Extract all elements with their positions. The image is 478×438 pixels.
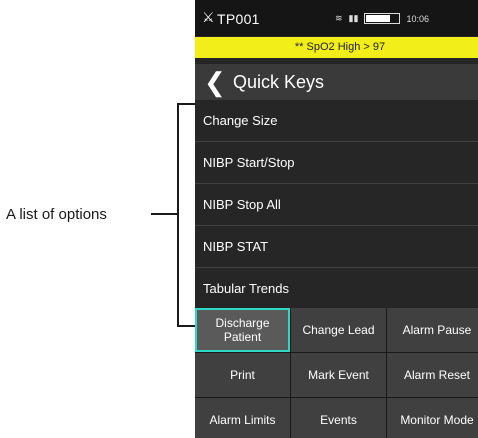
patient-id: TP001 — [217, 11, 260, 27]
patient-icon: ⚔ — [202, 9, 215, 25]
key-mark-event[interactable]: Mark Event — [291, 353, 386, 397]
key-print[interactable]: Print — [195, 353, 290, 397]
key-alarm-pause[interactable]: Alarm Pause — [387, 308, 478, 352]
status-bar: ⚔ TP001 ≋ ▮▮ 10:06 — [195, 0, 478, 36]
key-alarm-limits[interactable]: Alarm Limits — [195, 398, 290, 438]
alarm-banner[interactable]: ** SpO2 High > 97 . — [195, 37, 478, 58]
wifi-signal-icon: ≋ — [335, 13, 343, 23]
option-tabular-trends[interactable]: Tabular Trends — [195, 268, 478, 309]
page-title: Quick Keys — [233, 72, 325, 92]
options-list[interactable]: Change Size NIBP Start/Stop NIBP Stop Al… — [195, 100, 478, 309]
key-change-lead[interactable]: Change Lead — [291, 308, 386, 352]
title-bar: ❮ Quick Keys — [195, 64, 478, 100]
key-monitor-mode[interactable]: Monitor Mode — [387, 398, 478, 438]
battery-icon — [364, 13, 401, 24]
option-nibp-start-stop[interactable]: NIBP Start/Stop — [195, 142, 478, 184]
option-nibp-stop-all[interactable]: NIBP Stop All — [195, 184, 478, 226]
back-arrow-icon[interactable]: ❮ — [204, 67, 226, 97]
cell-signal-icon: ▮▮ — [348, 13, 359, 23]
alarm-text: ** SpO2 High > 97 — [294, 41, 386, 53]
key-alarm-reset[interactable]: Alarm Reset — [387, 353, 478, 397]
key-discharge-patient[interactable]: Discharge Patient — [195, 308, 290, 352]
option-nibp-stat[interactable]: NIBP STAT — [195, 226, 478, 268]
clock: 10:06 — [406, 13, 429, 24]
annotation-pointer — [151, 213, 177, 215]
annotation-label: A list of options — [6, 206, 107, 223]
key-events[interactable]: Events — [291, 398, 386, 438]
status-icons: ≋ ▮▮ 10:06 — [335, 13, 429, 24]
quick-keys-grid: Discharge Patient Change Lead Alarm Paus… — [195, 308, 478, 438]
monitor-screen: ⚔ TP001 ≋ ▮▮ 10:06 ** SpO2 High > 97 . ❮… — [195, 0, 478, 438]
option-change-size[interactable]: Change Size — [195, 100, 478, 142]
